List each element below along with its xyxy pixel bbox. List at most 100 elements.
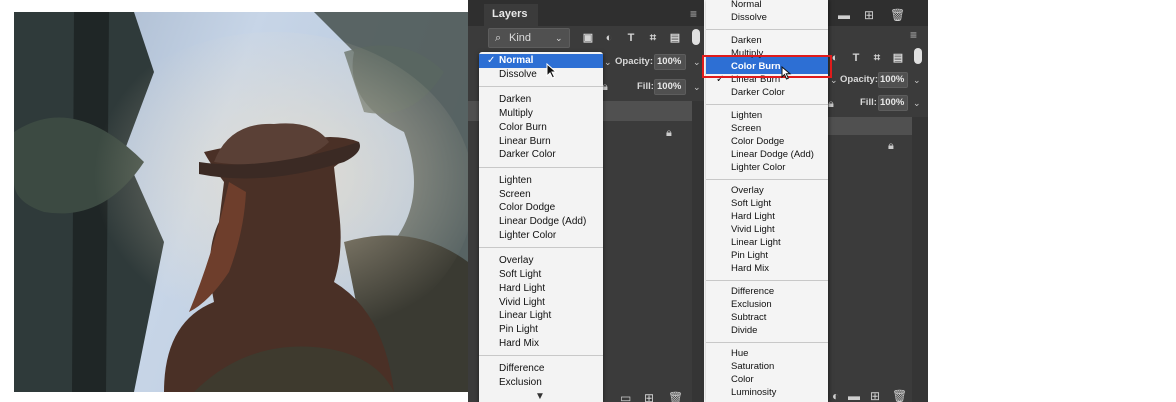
blend-option-right[interactable]: Hue (731, 347, 748, 360)
opacity-chevron-icon[interactable]: ⌄ (693, 56, 701, 68)
new-layer-icon[interactable]: ⊞ (644, 392, 654, 402)
blend-option-right[interactable]: Luminosity (731, 386, 776, 399)
blend-option-right[interactable]: Lighter Color (731, 161, 785, 174)
blend-option-right[interactable]: Pin Light (731, 249, 768, 262)
blend-option-right[interactable]: Normal (731, 0, 762, 11)
hand-cursor-icon (781, 66, 792, 80)
blend-option-right[interactable]: Hard Light (731, 210, 775, 223)
new-group-icon-top[interactable]: ▬ (838, 9, 850, 21)
blend-option-right[interactable]: Difference (731, 285, 774, 298)
blend-option-left[interactable]: Vivid Light (499, 296, 545, 309)
trash-icon-top[interactable]: 🗑︎ (890, 9, 905, 21)
blend-option-left[interactable]: Darker Color (499, 148, 556, 161)
menu-separator (479, 86, 603, 88)
layers-scrollbar-2[interactable] (912, 117, 928, 402)
menu-separator (479, 355, 603, 357)
photo-image (14, 12, 468, 392)
adjustment-filter-icon[interactable]: ◐ (602, 31, 616, 45)
blend-option-left[interactable]: Lighten (499, 174, 532, 187)
blend-option-right[interactable]: Screen (731, 122, 761, 135)
blend-option-left[interactable]: Lighter Color (499, 229, 556, 242)
blend-option-left[interactable]: Normal (499, 54, 533, 67)
blend-option-left[interactable]: Dissolve (499, 68, 537, 81)
opacity-label: Opacity: (615, 56, 654, 67)
new-layer-icon-top[interactable]: ⊞ (864, 9, 874, 21)
layer-lock-icon: 🔒︎ (666, 127, 672, 139)
blend-mode-menu-left[interactable]: Normal ✓ Dissolve Darken Multiply Color Burn L… (479, 52, 603, 402)
blend-option-left[interactable]: Multiply (499, 107, 533, 120)
fill-label: Fill: (637, 81, 654, 92)
blend-option-right[interactable]: Linear Light (731, 236, 781, 249)
new-group-icon[interactable]: ▭ (620, 392, 631, 402)
blend-option-left[interactable]: Color Burn (499, 121, 547, 134)
menu-separator (479, 166, 603, 168)
blend-option-right[interactable]: Linear Dodge (Add) (731, 148, 814, 161)
adjustment-icon-bottom[interactable]: ◐ (832, 390, 839, 402)
blend-option-left[interactable]: Color Dodge (499, 201, 555, 214)
blend-option-right[interactable]: Overlay (731, 184, 764, 197)
filter-toggle[interactable] (692, 29, 700, 45)
blend-option-right[interactable]: Vivid Light (731, 223, 775, 236)
blend-option-left[interactable]: Screen (499, 188, 531, 201)
type-filter-icon-2[interactable]: T (849, 51, 863, 65)
blend-option-left[interactable]: Darken (499, 93, 531, 106)
menu-separator (706, 342, 828, 343)
panel-menu-icon[interactable]: ≡ (690, 8, 697, 20)
filter-toggle-2[interactable] (914, 48, 922, 64)
blend-option-right[interactable]: Darker Color (731, 86, 785, 99)
fill-chevron-icon-2[interactable]: ⌄ (913, 97, 921, 109)
layer-lock-icon-2: 🔒︎ (888, 140, 894, 152)
mouse-cursor-icon (546, 63, 558, 79)
layers-scrollbar[interactable] (692, 101, 704, 402)
blend-option-right[interactable]: Hard Mix (731, 262, 769, 275)
blend-option-left[interactable]: Linear Burn (499, 135, 551, 148)
photo-canvas (14, 12, 468, 392)
shape-filter-icon-2[interactable]: ⌗ (870, 51, 884, 65)
layers-tab[interactable]: Layers (484, 4, 538, 28)
kind-filter-dropdown[interactable]: ⌕ Kind ⌄ (488, 28, 570, 48)
blend-option-left[interactable]: Exclusion (499, 376, 542, 389)
menu-separator (706, 179, 828, 180)
blend-option-right[interactable]: Exclusion (731, 298, 772, 311)
scroll-down-arrow-icon[interactable]: ▼ (535, 392, 545, 402)
blend-option-right[interactable]: Color Dodge (731, 135, 784, 148)
blend-option-right[interactable]: Soft Light (731, 197, 771, 210)
lock-icon-2[interactable]: 🔒︎ (828, 98, 834, 110)
blend-option-left[interactable]: Pin Light (499, 323, 538, 336)
shape-filter-icon[interactable]: ⌗ (646, 31, 660, 45)
opacity-value-2: 100% (880, 74, 905, 85)
blend-option-right[interactable]: Darken (731, 34, 762, 47)
blend-option-left[interactable]: Hard Mix (499, 337, 539, 350)
pixel-filter-icon[interactable]: ▣ (581, 31, 595, 45)
menu-selection-highlight (479, 54, 603, 68)
blend-option-left[interactable]: Overlay (499, 254, 533, 267)
opacity-chevron-icon-2[interactable]: ⌄ (913, 74, 921, 86)
smart-object-filter-icon[interactable]: ▤ (668, 31, 682, 45)
smart-object-filter-icon-2[interactable]: ▤ (891, 51, 905, 65)
type-filter-icon[interactable]: T (624, 31, 638, 45)
trash-icon[interactable]: 🗑︎ (668, 392, 683, 402)
menu-separator (479, 247, 603, 249)
blend-option-right[interactable]: Subtract (731, 311, 766, 324)
blend-option-right[interactable]: Divide (731, 324, 757, 337)
search-icon: ⌕ (495, 32, 502, 44)
menu-separator (706, 104, 828, 105)
blend-option-right[interactable]: Lighten (731, 109, 762, 122)
blend-chevron-icon[interactable]: ⌄ (604, 56, 612, 68)
blend-option-left[interactable]: Soft Light (499, 268, 541, 281)
blend-option-right[interactable]: Color (731, 373, 754, 386)
blend-option-right[interactable]: Saturation (731, 360, 774, 373)
trash-icon-bottom[interactable]: 🗑︎ (892, 390, 907, 402)
blend-option-right[interactable]: Dissolve (731, 11, 767, 24)
new-layer-icon-bottom[interactable]: ⊞ (870, 390, 880, 402)
blend-option-left[interactable]: Linear Dodge (Add) (499, 215, 586, 228)
opacity-value: 100% (657, 56, 682, 67)
fill-chevron-icon[interactable]: ⌄ (693, 81, 701, 93)
menu-separator (706, 280, 828, 281)
blend-option-left[interactable]: Linear Light (499, 309, 551, 322)
blend-option-left[interactable]: Difference (499, 362, 544, 375)
layer-row-2[interactable] (824, 117, 912, 135)
blend-option-left[interactable]: Hard Light (499, 282, 545, 295)
panel2-menu-icon[interactable]: ≡ (910, 29, 917, 41)
new-group-icon-bottom[interactable]: ▬ (848, 390, 860, 402)
